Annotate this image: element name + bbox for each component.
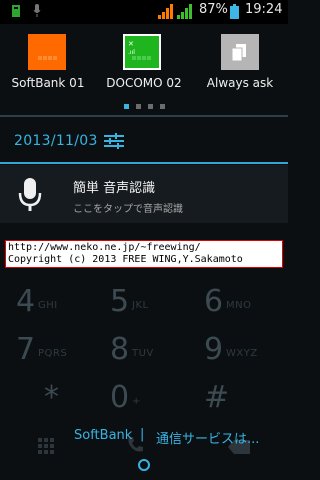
page-indicator-dot	[160, 104, 165, 109]
svg-text:✕: ✕	[128, 40, 134, 48]
carrier-separator: |	[140, 427, 145, 442]
sim-option-label: SoftBank 01	[11, 76, 85, 90]
shade-drag-handle[interactable]	[138, 459, 150, 471]
date-row: 2013/11/03	[0, 124, 288, 160]
carrier-name: SoftBank	[74, 428, 133, 443]
sim-option-docomo[interactable]: ✕ .ııl DOCOMO 02	[96, 34, 192, 94]
carrier-service-text: 通信サービスは...	[156, 432, 260, 447]
divider-accent	[0, 162, 288, 164]
svg-text:.ııl: .ııl	[128, 49, 135, 56]
carrier-label-row: SoftBank | 通信サービスは...	[0, 425, 288, 447]
sim-option-softbank[interactable]: SoftBank 01	[0, 34, 96, 94]
sim-option-label: Always ask	[206, 76, 274, 90]
copyright-watermark: http://www.neko.ne.jp/~freewing/ Copyrig…	[5, 240, 283, 268]
settings-sliders-icon[interactable]	[104, 132, 124, 150]
divider	[0, 115, 288, 117]
sim-option-label: DOCOMO 02	[106, 76, 182, 90]
watermark-copyright: Copyright (c) 2013 FREE WING,Y.Sakamoto	[8, 254, 243, 265]
date-label: 2013/11/03	[14, 133, 98, 149]
notification-subtitle: ここをタップで音声認識	[73, 204, 183, 215]
page-indicator-dot	[124, 104, 129, 109]
voice-recognition-notification[interactable]: 簡単 音声認識 ここをタップで音声認識	[0, 165, 288, 223]
sim-card-icon: ✕ .ııl	[123, 34, 161, 70]
microphone-icon	[18, 178, 42, 211]
watermark-url: http://www.neko.ne.jp/~freewing/	[8, 242, 201, 253]
sim-card-icon	[221, 34, 259, 70]
sim-option-always-ask[interactable]: Always ask	[192, 34, 288, 94]
sim-card-icon	[28, 34, 66, 70]
notification-title: 簡単 音声認識	[73, 181, 156, 196]
page-indicator-dot	[136, 104, 141, 109]
page-indicator-dot	[148, 104, 153, 109]
